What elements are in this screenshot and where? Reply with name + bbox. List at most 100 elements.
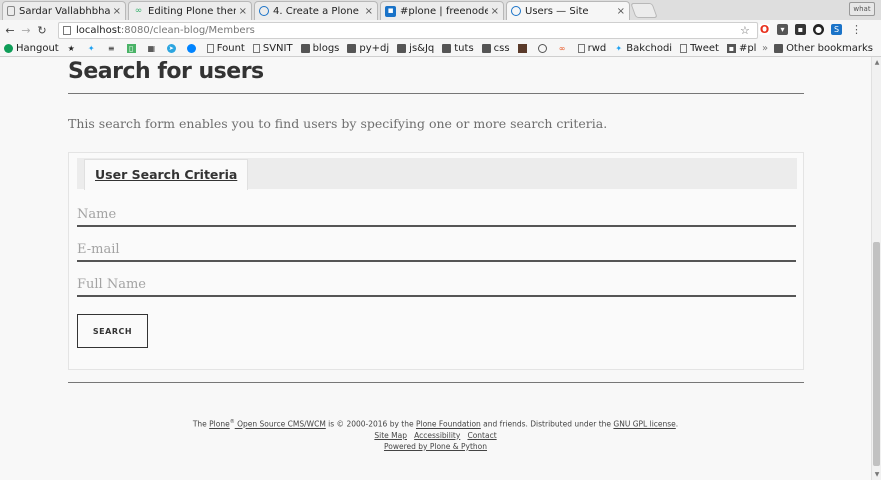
menu-kebab-icon[interactable]: ⋮ xyxy=(851,24,862,35)
reload-icon[interactable]: ↻ xyxy=(34,24,50,37)
twitter-icon: ✦ xyxy=(87,44,95,53)
browser-tab-4-active[interactable]: Users — Site × xyxy=(506,1,630,20)
bookmark-messenger[interactable] xyxy=(186,44,199,53)
bookmark-folder-css[interactable]: css xyxy=(481,43,510,54)
bookmark-svnit[interactable]: SVNIT xyxy=(252,43,293,54)
page-scrollbar[interactable]: ▲ ▼ xyxy=(871,57,881,480)
bookmark-bakchodi[interactable]: ✦ Bakchodi xyxy=(614,43,672,54)
bookmark-twitter[interactable]: ✦ xyxy=(87,44,99,53)
bookmark-app[interactable] xyxy=(517,44,530,53)
bookmark-list[interactable]: ≡ xyxy=(107,44,119,53)
page-description: This search form enables you to find use… xyxy=(68,116,608,131)
folder-icon xyxy=(442,44,452,53)
tab-title: 4. Create a Plone th xyxy=(273,5,362,17)
accessibility-link[interactable]: Accessibility xyxy=(414,431,460,440)
browser-tab-2[interactable]: 4. Create a Plone th × xyxy=(254,1,378,20)
url-path: :8080/clean-blog/Members xyxy=(120,25,255,36)
plone-link[interactable]: Plone xyxy=(209,420,230,429)
bookmarks-bar: Hangout ★ ✦ ≡ ▯ ▦ ➤ Fount SVNIT blogs py… xyxy=(0,41,881,57)
bookmark-ghost[interactable] xyxy=(537,44,550,53)
site-footer: The Plone® Open Source CMS/WCM is © 2000… xyxy=(0,417,871,452)
bookmark-tweet[interactable]: Tweet xyxy=(680,43,719,54)
forward-arrow-icon[interactable]: → xyxy=(18,24,34,37)
close-tab-icon[interactable]: × xyxy=(113,6,121,17)
bookmark-folder-tuts[interactable]: tuts xyxy=(442,43,474,54)
bookmark-hangout[interactable]: Hangout xyxy=(4,43,59,54)
tab-title: Editing Plone them xyxy=(148,5,236,17)
bookmark-folder-jsjq[interactable]: js&Jq xyxy=(397,43,434,54)
page-icon xyxy=(680,44,688,53)
bookmark-star[interactable]: ★ xyxy=(67,44,79,53)
profile-button[interactable]: what xyxy=(849,2,875,16)
page-icon xyxy=(206,44,214,53)
folder-icon xyxy=(481,44,491,53)
browser-tab-1[interactable]: ∞ Editing Plone them × xyxy=(128,1,252,20)
folder-icon xyxy=(300,44,310,53)
dark-extension-icon[interactable]: ▪ xyxy=(795,24,806,35)
close-tab-icon[interactable]: × xyxy=(365,6,373,17)
list-icon: ≡ xyxy=(107,44,115,53)
other-bookmarks-group: » Other bookmarks xyxy=(755,43,873,54)
page-title: Search for users xyxy=(68,59,264,84)
footer-divider xyxy=(68,382,804,383)
scroll-down-icon[interactable]: ▼ xyxy=(873,471,881,478)
cms-link[interactable]: Open Source CMS/WCM xyxy=(235,420,326,429)
browser-tab-0[interactable]: Sardar Vallabhbhai × xyxy=(2,1,126,20)
name-field[interactable] xyxy=(77,203,796,227)
irc-icon: ▪ xyxy=(726,44,736,53)
pushbullet-icon: ▯ xyxy=(126,44,136,53)
browser-tab-3[interactable]: ▪ #plone | freenode × xyxy=(380,1,504,20)
bookmark-telegram[interactable]: ➤ xyxy=(166,44,179,53)
search-button[interactable]: SEARCH xyxy=(77,314,148,348)
site-map-link[interactable]: Site Map xyxy=(374,431,407,440)
close-tab-icon[interactable]: × xyxy=(491,6,499,17)
messenger-icon xyxy=(186,44,196,53)
star-icon: ★ xyxy=(67,44,75,53)
search-form-panel: User Search Criteria SEARCH xyxy=(68,152,804,370)
page-info-icon[interactable] xyxy=(63,26,71,35)
tab-title: Users — Site xyxy=(525,5,589,17)
close-tab-icon[interactable]: × xyxy=(239,6,247,17)
link-icon: ∞ xyxy=(558,44,566,53)
grid-icon: ▦ xyxy=(147,44,155,53)
circle-extension-icon[interactable]: ● xyxy=(813,24,824,35)
folder-icon xyxy=(397,44,407,53)
page-icon xyxy=(577,44,585,53)
diff-icon: ∞ xyxy=(134,6,143,16)
more-bookmarks-chevron[interactable]: » xyxy=(762,43,768,54)
close-tab-icon[interactable]: × xyxy=(617,6,625,17)
scrollbar-thumb[interactable] xyxy=(873,242,880,466)
bookmark-link[interactable]: ∞ xyxy=(558,44,570,53)
irc-icon: ▪ xyxy=(385,5,396,17)
address-bar[interactable]: localhost:8080/clean-blog/Members xyxy=(58,22,758,39)
bookmark-fount[interactable]: Fount xyxy=(206,43,245,54)
plone-foundation-link[interactable]: Plone Foundation xyxy=(416,420,481,429)
other-bookmarks-folder[interactable]: Other bookmarks xyxy=(774,43,873,54)
fullname-field[interactable] xyxy=(77,273,796,297)
hangout-icon xyxy=(4,44,13,53)
powered-by-link[interactable]: Powered by Plone & Python xyxy=(384,442,487,451)
bookmark-grid[interactable]: ▦ xyxy=(147,44,159,53)
app-icon xyxy=(517,44,527,53)
contact-link[interactable]: Contact xyxy=(467,431,496,440)
bookmark-folder-blogs[interactable]: blogs xyxy=(300,43,339,54)
bookmark-rwd[interactable]: rwd xyxy=(577,43,606,54)
bookmark-star-icon[interactable]: ☆ xyxy=(740,24,750,37)
opera-extension-icon[interactable]: O xyxy=(759,24,770,35)
new-tab-button[interactable] xyxy=(630,3,658,18)
bookmark-pushbullet[interactable]: ▯ xyxy=(126,44,139,53)
tab-title: #plone | freenode xyxy=(400,5,488,17)
telegram-icon: ➤ xyxy=(166,44,176,53)
footer-links: Site Map Accessibility Contact xyxy=(0,430,871,441)
bookmark-folder-pydj[interactable]: py+dj xyxy=(347,43,389,54)
tab-user-search-criteria[interactable]: User Search Criteria xyxy=(84,159,249,190)
gpl-license-link[interactable]: GNU GPL license xyxy=(613,420,675,429)
email-field[interactable] xyxy=(77,238,796,262)
footer-copyright: The Plone® Open Source CMS/WCM is © 2000… xyxy=(192,419,679,429)
pocket-extension-icon[interactable]: ▾ xyxy=(777,24,788,35)
scroll-up-icon[interactable]: ▲ xyxy=(873,59,881,66)
tab-title: Sardar Vallabhbhai xyxy=(19,5,110,17)
s-extension-icon[interactable]: S xyxy=(831,24,842,35)
page-icon xyxy=(252,44,260,53)
back-arrow-icon[interactable]: ← xyxy=(2,24,18,37)
